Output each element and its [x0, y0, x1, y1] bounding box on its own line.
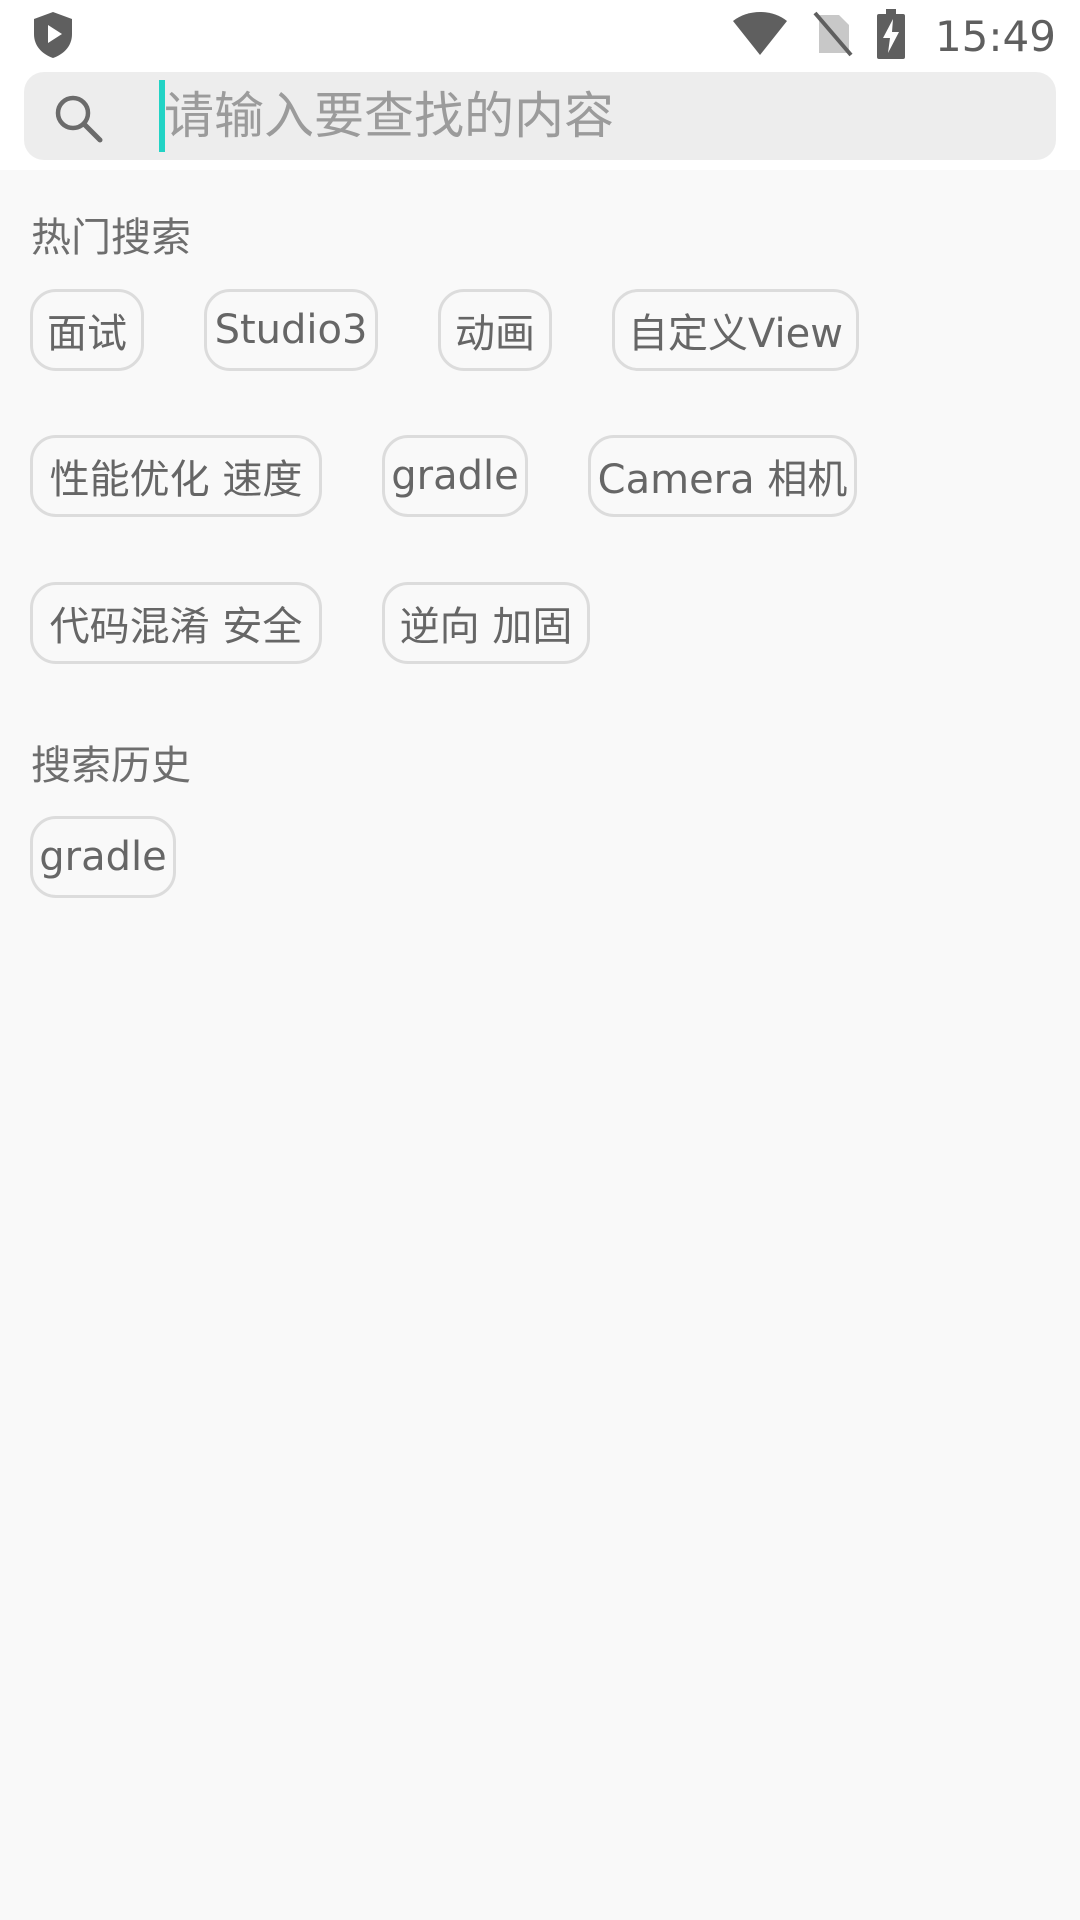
hot-tag[interactable]: 性能优化 速度 [30, 435, 322, 517]
hot-tag[interactable]: 面试 [30, 289, 144, 371]
hot-tag[interactable]: Studio3 [204, 289, 378, 371]
battery-charging-icon [876, 9, 905, 63]
search-box[interactable] [24, 72, 1056, 160]
hot-tag[interactable]: Camera 相机 [588, 435, 857, 517]
hot-tag[interactable]: 逆向 加固 [382, 582, 590, 664]
status-icons: 15:49 [731, 8, 1056, 64]
wifi-icon [731, 11, 789, 61]
hot-search-title: 热门搜索 [31, 215, 191, 261]
no-sim-icon [813, 11, 853, 61]
search-history-title: 搜索历史 [31, 743, 191, 789]
search-header [0, 72, 1080, 170]
shield-play-icon [30, 10, 76, 60]
history-tag[interactable]: gradle [30, 816, 176, 898]
hot-tag[interactable]: 自定义View [612, 289, 859, 371]
search-input[interactable] [164, 80, 1024, 152]
hot-tag[interactable]: 代码混淆 安全 [30, 582, 322, 664]
search-icon [52, 92, 104, 144]
status-bar: 15:49 [0, 0, 1080, 72]
hot-tag[interactable]: gradle [382, 435, 528, 517]
hot-tag[interactable]: 动画 [438, 289, 552, 371]
status-time: 15:49 [934, 11, 1056, 61]
